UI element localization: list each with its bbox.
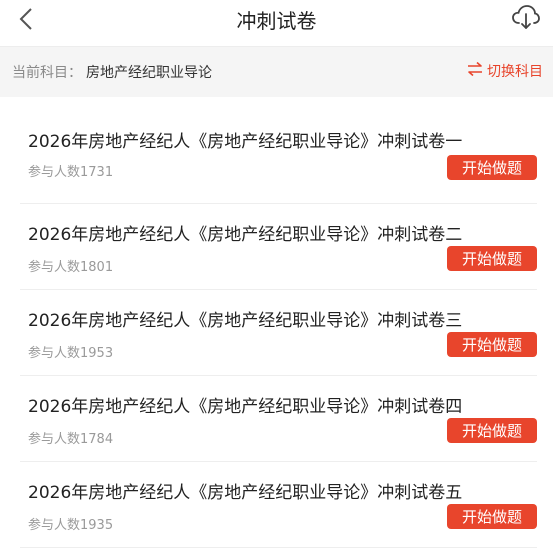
- paper-title: 2026年房地产经纪人《房地产经纪职业导论》冲刺试卷二: [28, 225, 463, 245]
- paper-item: 2026年房地产经纪人《房地产经纪职业导论》冲刺试卷二 参与人数1801 开始做…: [20, 204, 537, 290]
- participant-count: 参与人数1784: [28, 432, 114, 447]
- participant-count: 参与人数1801: [28, 260, 114, 275]
- current-subject-bar: 当前科目： 房地产经纪职业导论 切换科目: [0, 47, 553, 97]
- paper-item: 2026年房地产经纪人《房地产经纪职业导论》冲刺试卷一 参与人数1731 开始做…: [20, 97, 537, 204]
- paper-title: 2026年房地产经纪人《房地产经纪职业导论》冲刺试卷四: [28, 397, 463, 417]
- download-button[interactable]: [509, 4, 543, 34]
- paper-list: 2026年房地产经纪人《房地产经纪职业导论》冲刺试卷一 参与人数1731 开始做…: [0, 97, 553, 548]
- start-quiz-button[interactable]: 开始做题: [447, 418, 537, 443]
- switch-subject-button[interactable]: 切换科目: [467, 61, 543, 81]
- page-title: 冲刺试卷: [236, 9, 317, 33]
- paper-title: 2026年房地产经纪人《房地产经纪职业导论》冲刺试卷五: [28, 483, 463, 503]
- swap-arrows-icon: [467, 61, 487, 80]
- switch-subject-label: 切换科目: [487, 64, 543, 80]
- start-quiz-button[interactable]: 开始做题: [447, 332, 537, 357]
- participant-count: 参与人数1731: [28, 165, 114, 180]
- start-quiz-button[interactable]: 开始做题: [447, 155, 537, 180]
- start-quiz-button[interactable]: 开始做题: [447, 246, 537, 271]
- paper-item: 2026年房地产经纪人《房地产经纪职业导论》冲刺试卷五 参与人数1935 开始做…: [20, 462, 537, 548]
- current-subject-value: 房地产经纪职业导论: [86, 65, 212, 81]
- paper-title: 2026年房地产经纪人《房地产经纪职业导论》冲刺试卷一: [28, 132, 463, 152]
- paper-title: 2026年房地产经纪人《房地产经纪职业导论》冲刺试卷三: [28, 311, 463, 331]
- participant-count: 参与人数1953: [28, 346, 114, 361]
- participant-count: 参与人数1935: [28, 518, 114, 533]
- start-quiz-button[interactable]: 开始做题: [447, 504, 537, 529]
- paper-item: 2026年房地产经纪人《房地产经纪职业导论》冲刺试卷三 参与人数1953 开始做…: [20, 290, 537, 376]
- paper-item: 2026年房地产经纪人《房地产经纪职业导论》冲刺试卷四 参与人数1784 开始做…: [20, 376, 537, 462]
- cloud-download-icon: [511, 4, 541, 34]
- top-nav-bar: 冲刺试卷: [0, 0, 553, 47]
- current-subject-label: 当前科目：: [12, 65, 82, 81]
